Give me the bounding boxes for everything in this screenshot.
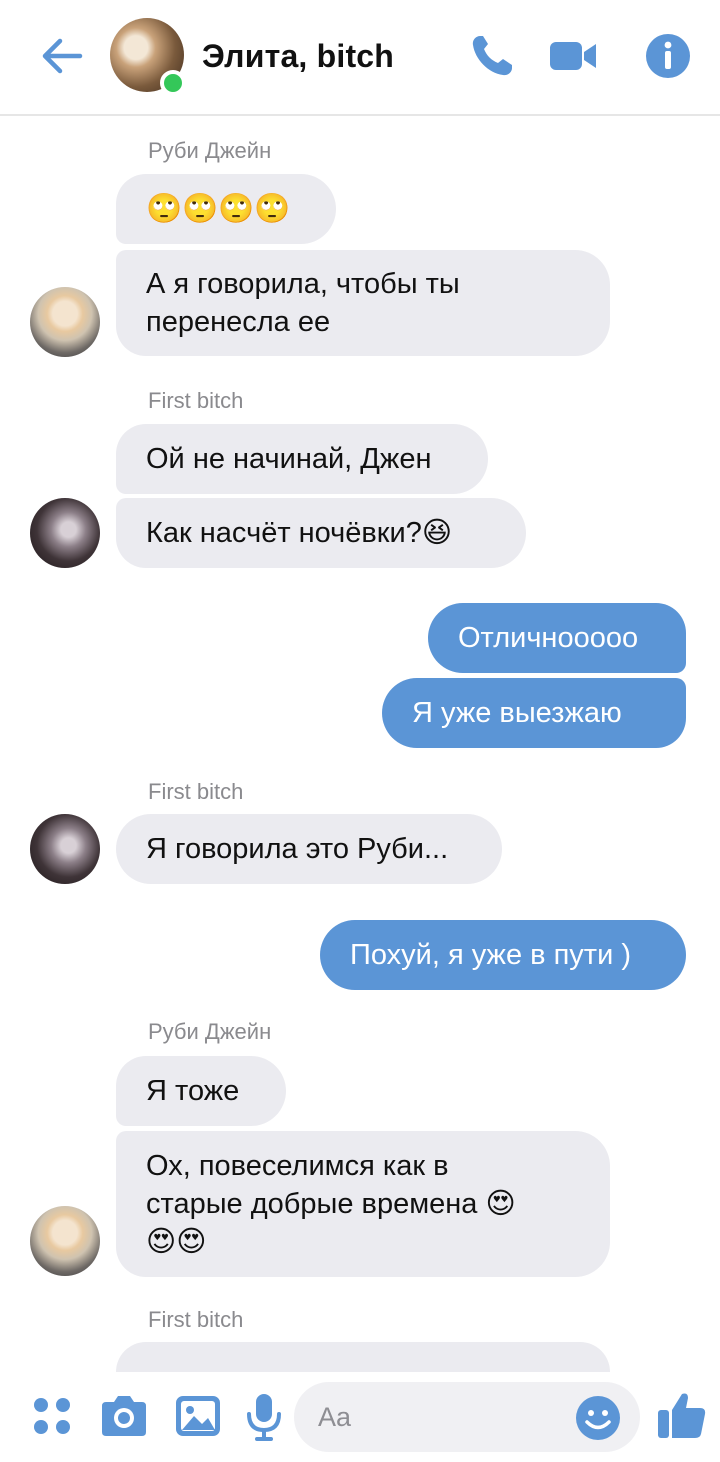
composer-bar: Aa — [0, 1372, 720, 1462]
sender-name: First bitch — [148, 1307, 244, 1332]
sender-name: Руби Джейн — [148, 138, 272, 163]
video-camera-icon[interactable] — [548, 30, 600, 82]
message-text: Я тоже — [146, 1075, 240, 1107]
message-text: Как насчёт ночёвки?😆 — [146, 517, 453, 549]
sender-name: First bitch — [148, 779, 244, 804]
apps-icon[interactable] — [24, 1388, 80, 1444]
chat-header: Элита, bitch — [0, 0, 720, 116]
avatar[interactable] — [30, 498, 100, 568]
message-bubble[interactable]: Я тоже — [116, 1056, 286, 1126]
message-bubble[interactable]: А я говорила, чтобы ты перенесла ее — [116, 250, 610, 356]
message-bubble[interactable]: Я говорила это Руби... — [116, 814, 502, 884]
sender-name: Руби Джейн — [148, 1019, 272, 1044]
gallery-icon[interactable] — [170, 1388, 226, 1444]
message-input[interactable]: Aa — [294, 1382, 640, 1452]
emoji-icon[interactable] — [574, 1394, 622, 1442]
message-text: Я уже выезжаю — [412, 697, 622, 729]
message-bubble[interactable]: Отличнооооо — [428, 603, 686, 673]
message-input-placeholder: Aa — [318, 1402, 352, 1432]
camera-icon[interactable] — [96, 1388, 152, 1444]
info-icon[interactable] — [642, 30, 694, 82]
thumbs-up-icon[interactable] — [654, 1386, 710, 1442]
message-text: А я говорила, чтобы ты перенесла ее — [146, 268, 460, 338]
message-text: Ой не начинай, Джен — [146, 443, 432, 475]
message-bubble[interactable]: Как насчёт ночёвки?😆 — [116, 498, 526, 568]
online-indicator — [160, 70, 186, 96]
message-bubble[interactable]: Ой не начинай, Джен — [116, 424, 488, 494]
avatar[interactable] — [30, 814, 100, 884]
message-bubble[interactable]: Я уже выезжаю — [382, 678, 686, 748]
message-text: Отличнооооо — [458, 622, 639, 654]
avatar[interactable] — [30, 1206, 100, 1276]
message-text: Ох, повеселимся как в старые добрые време… — [146, 1150, 516, 1258]
chat-title[interactable]: Элита, bitch — [202, 38, 394, 75]
message-bubble[interactable]: Похуй, я уже в пути ) — [320, 920, 686, 990]
message-bubble[interactable] — [116, 1342, 610, 1372]
sender-name: First bitch — [148, 388, 244, 413]
phone-icon[interactable] — [466, 30, 518, 82]
arrow-left-icon[interactable] — [36, 30, 88, 82]
message-bubble[interactable]: Ох, повеселимся как в старые добрые време… — [116, 1131, 610, 1277]
message-text: Похуй, я уже в пути ) — [350, 939, 631, 971]
message-bubble[interactable]: 🙄🙄🙄🙄 — [116, 174, 336, 244]
message-text: Я говорила это Руби... — [146, 833, 449, 865]
microphone-icon[interactable] — [236, 1388, 292, 1444]
message-text: 🙄🙄🙄🙄 — [146, 193, 291, 225]
avatar[interactable] — [30, 287, 100, 357]
